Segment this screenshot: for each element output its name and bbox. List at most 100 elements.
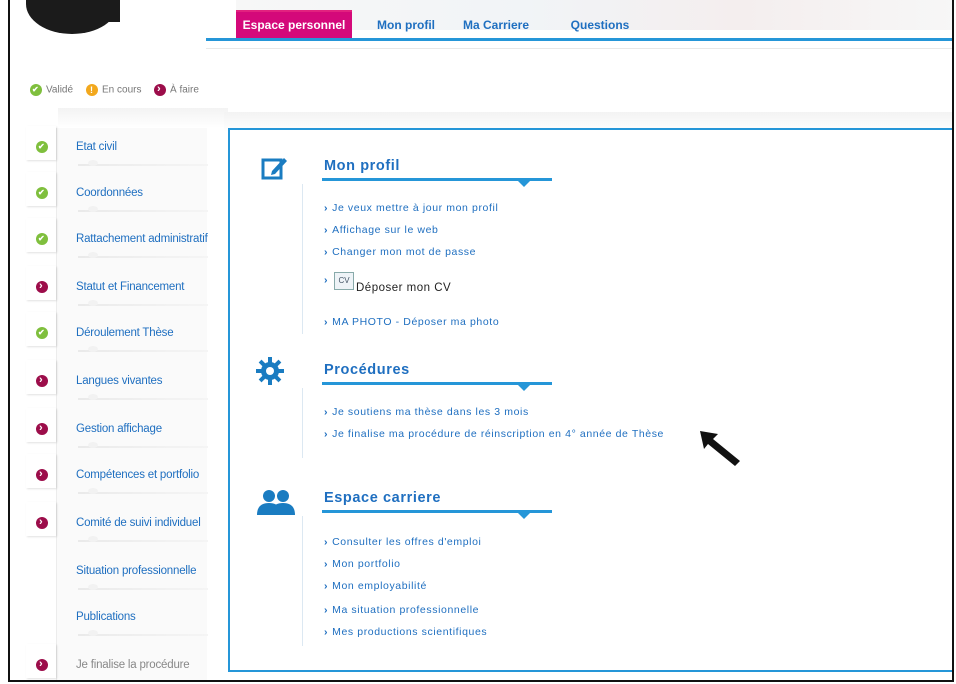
sidebar-shadow	[58, 108, 228, 128]
sidebar-item-gestion-affichage[interactable]: Gestion affichage	[26, 408, 222, 454]
chevron-right-icon	[154, 83, 166, 96]
sidebar-item-label[interactable]: Déroulement Thèse	[76, 327, 174, 339]
link-portfolio[interactable]: › Mon portfolio	[324, 558, 401, 570]
sidebar-item-label[interactable]: Publications	[76, 611, 136, 623]
chevron-right-icon: ›	[324, 626, 329, 638]
users-icon	[256, 488, 296, 520]
section-title: Mon profil	[324, 158, 401, 174]
link-affichage-web[interactable]: › Affichage sur le web	[324, 224, 438, 236]
gear-icon	[254, 356, 286, 388]
section-mon-profil: Mon profil › Je veux mettre à jour mon pr…	[230, 150, 930, 340]
divider	[78, 394, 208, 400]
link-text[interactable]: Mon portfolio	[332, 558, 401, 570]
cv-label[interactable]: Déposer mon CV	[356, 282, 451, 294]
link-text[interactable]: Affichage sur le web	[332, 224, 438, 236]
legend-item-valide: Validé	[30, 84, 73, 96]
divider	[78, 442, 208, 448]
sidebar-item-label[interactable]: Compétences et portfolio	[76, 469, 199, 481]
chevron-right-icon	[36, 422, 48, 435]
chevron-right-icon: ›	[324, 274, 329, 286]
tab-espace-personnel[interactable]: Espace personnel	[236, 10, 352, 40]
sidebar-item-label[interactable]: Coordonnées	[76, 187, 143, 199]
link-text[interactable]: Changer mon mot de passe	[332, 246, 476, 258]
link-text[interactable]: Je soutiens ma thèse dans les 3 mois	[332, 406, 529, 418]
divider	[78, 630, 208, 636]
sidebar-item-label[interactable]: Je finalise la procédure	[76, 659, 190, 671]
status-cell	[26, 266, 56, 300]
cv-icon: CV	[334, 272, 354, 290]
section-title: Espace carriere	[324, 490, 442, 506]
chevron-right-icon	[36, 468, 48, 481]
link-text[interactable]: Mes productions scientifiques	[332, 626, 487, 638]
sidebar-item-publications[interactable]: Publications	[26, 596, 222, 642]
link-text[interactable]: Je finalise ma procédure de réinscriptio…	[332, 428, 664, 440]
divider	[78, 536, 208, 542]
check-icon	[36, 187, 48, 199]
link-text[interactable]: Ma situation professionnelle	[332, 604, 479, 616]
link-reinscription[interactable]: › Je finalise ma procédure de réinscripti…	[324, 428, 664, 440]
section-line	[302, 388, 303, 458]
status-cell	[26, 218, 56, 252]
sidebar-item-label[interactable]: Situation professionnelle	[76, 565, 197, 577]
sidebar-item-label[interactable]: Etat civil	[76, 141, 117, 153]
legend-label: Validé	[46, 84, 74, 96]
status-cell	[26, 126, 56, 160]
link-text[interactable]: MA PHOTO - Déposer ma photo	[332, 316, 499, 328]
chevron-right-icon	[36, 658, 48, 671]
chevron-right-icon: ›	[324, 428, 329, 440]
chevron-right-icon: ›	[324, 580, 329, 592]
sidebar-item-deroulement-these[interactable]: Déroulement Thèse	[26, 312, 222, 358]
sidebar-item-langues[interactable]: Langues vivantes	[26, 360, 222, 406]
link-text[interactable]: Je veux mettre à jour mon profil	[332, 202, 498, 214]
link-productions-scientifiques[interactable]: › Mes productions scientifiques	[324, 626, 487, 638]
divider	[78, 252, 208, 258]
sidebar-item-finalise-procedure[interactable]: Je finalise la procédure	[26, 644, 222, 680]
link-text[interactable]: Consulter les offres d'emploi	[332, 536, 481, 548]
chevron-right-icon: ›	[324, 316, 329, 328]
status-cell	[26, 312, 56, 346]
sidebar-item-label[interactable]: Comité de suivi individuel	[76, 517, 201, 529]
chevron-right-icon: ›	[324, 202, 329, 214]
edit-icon	[258, 154, 290, 186]
divider	[78, 488, 208, 494]
sidebar-item-rattachement[interactable]: Rattachement administratif	[26, 218, 222, 264]
link-mettre-a-jour-profil[interactable]: › Je veux mettre à jour mon profil	[324, 202, 498, 214]
sidebar-item-statut-financement[interactable]: Statut et Financement	[26, 266, 222, 312]
link-text[interactable]: Mon employabilité	[332, 580, 427, 592]
link-soutenance[interactable]: › Je soutiens ma thèse dans les 3 mois	[324, 406, 529, 418]
sidebar-item-label[interactable]: Langues vivantes	[76, 375, 163, 387]
check-icon	[36, 233, 48, 245]
section-espace-carriere: Espace carriere › Consulter les offres d'…	[230, 482, 930, 652]
sidebar-item-situation-pro[interactable]: Situation professionnelle	[26, 550, 222, 596]
link-changer-mot-de-passe[interactable]: › Changer mon mot de passe	[324, 246, 476, 258]
tab-mon-profil[interactable]: Mon profil	[366, 12, 446, 38]
check-icon	[36, 327, 48, 339]
check-icon	[30, 84, 42, 96]
link-situation-professionnelle[interactable]: › Ma situation professionnelle	[324, 604, 479, 616]
tab-questions[interactable]: Questions	[560, 12, 640, 38]
app-frame: Espace personnel Mon profil Ma Carriere …	[8, 0, 954, 682]
sidebar-item-label[interactable]: Gestion affichage	[76, 423, 162, 435]
status-cell	[26, 360, 56, 394]
chevron-right-icon	[36, 516, 48, 529]
sidebar-item-label[interactable]: Statut et Financement	[76, 281, 185, 293]
section-rule	[322, 382, 552, 391]
status-cell	[26, 644, 56, 678]
sidebar-item-coordonnees[interactable]: Coordonnées	[26, 172, 222, 218]
tab-ma-carriere[interactable]: Ma Carriere	[456, 12, 536, 38]
status-cell	[26, 502, 56, 536]
header-divider	[206, 48, 952, 49]
divider	[78, 584, 208, 590]
divider	[78, 300, 208, 306]
divider	[78, 206, 208, 212]
sidebar-item-etat-civil[interactable]: Etat civil	[26, 126, 222, 172]
sidebar-item-competences[interactable]: Compétences et portfolio	[26, 454, 222, 500]
status-cell	[26, 454, 56, 488]
sidebar-item-comite-suivi[interactable]: Comité de suivi individuel	[26, 502, 222, 548]
link-employabilite[interactable]: › Mon employabilité	[324, 580, 427, 592]
legend-label: En cours	[102, 84, 142, 96]
check-icon	[36, 141, 48, 153]
link-offres-emploi[interactable]: › Consulter les offres d'emploi	[324, 536, 481, 548]
link-ma-photo[interactable]: › MA PHOTO - Déposer ma photo	[324, 316, 499, 328]
sidebar-item-label[interactable]: Rattachement administratif	[76, 233, 208, 245]
